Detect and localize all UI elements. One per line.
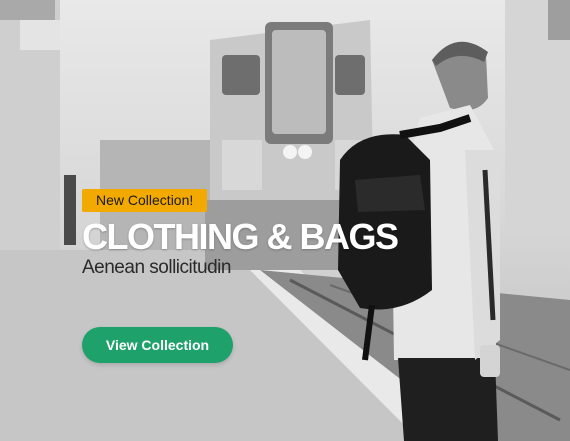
new-collection-badge: New Collection! xyxy=(82,189,208,212)
hero-headline: CLOTHING & BAGS xyxy=(82,216,399,257)
train-headlight xyxy=(283,145,297,159)
distant-person xyxy=(64,175,76,245)
hero-copy: New Collection! CLOTHING & BAGS Aenean s… xyxy=(82,189,399,279)
hero-banner: New Collection! CLOTHING & BAGS Aenean s… xyxy=(0,0,570,441)
view-collection-button[interactable]: View Collection xyxy=(82,327,233,363)
hero-subheadline: Aenean sollicitudin xyxy=(82,256,231,278)
